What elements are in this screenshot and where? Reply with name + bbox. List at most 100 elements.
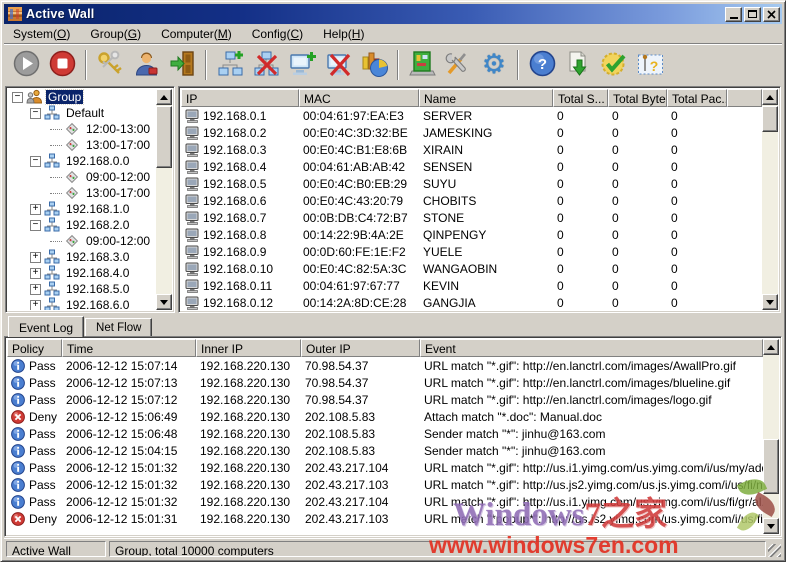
column-header-mac[interactable]: MAC [299,89,419,107]
expand-icon[interactable]: + [30,284,41,295]
menu-item-computer[interactable]: Computer(M) [154,25,239,43]
administrator-button[interactable] [128,48,164,82]
add-computer-button[interactable] [284,48,320,82]
delete-group-button[interactable] [248,48,284,82]
table-row[interactable]: 192.168.0.600:E0:4C:43:20:79CHOBITS000 [181,192,762,209]
list-item[interactable]: Pass2006-12-12 15:07:14192.168.220.13070… [7,357,763,374]
scroll-down-icon[interactable] [156,294,172,310]
table-row[interactable]: 192.168.0.800:14:22:9B:4A:2EQINPENGY000 [181,226,762,243]
scroll-up-icon[interactable] [762,89,778,105]
scroll-down-icon[interactable] [762,294,778,310]
column-header-inner-ip[interactable]: Inner IP [196,339,301,357]
statistics-button[interactable] [356,48,392,82]
tools-button[interactable] [440,48,476,82]
expand-icon[interactable]: + [30,252,41,263]
table-row[interactable]: 192.168.0.200:E0:4C:3D:32:BEJAMESKING000 [181,124,762,141]
tree-item-default[interactable]: −Default [8,105,156,121]
tree-item-group[interactable]: −Group [8,89,156,105]
table-row[interactable]: 192.168.0.1100:04:61:97:67:77KEVIN000 [181,277,762,294]
total_s-cell: 0 [553,177,608,191]
password-keys-button[interactable] [92,48,128,82]
tree-item-09-00-12-00[interactable]: 09:00-12:00 [8,169,156,185]
scroll-up-icon[interactable] [763,339,779,355]
expand-icon[interactable]: + [30,268,41,279]
table-row[interactable]: 192.168.0.300:E0:4C:B1:E8:6BXIRAIN000 [181,141,762,158]
menu-item-config[interactable]: Config(C) [245,25,310,43]
total_s-cell: 0 [553,194,608,208]
list-item[interactable]: Pass2006-12-12 15:01:32192.168.220.13020… [7,459,763,476]
tree-item-192-168-6-0[interactable]: +192.168.6.0 [8,297,156,310]
delete-computer-button[interactable] [320,48,356,82]
column-header-event[interactable]: Event [420,339,763,357]
list-item[interactable]: Pass2006-12-12 15:04:15192.168.220.13020… [7,442,763,459]
scroll-up-icon[interactable] [156,89,172,105]
settings-button[interactable]: ⚙ [476,48,512,82]
column-header-total-byte[interactable]: Total Byte [608,89,667,107]
collapse-icon[interactable]: − [30,156,41,167]
tree-item-09-00-12-00[interactable]: 09:00-12:00 [8,233,156,249]
scrollbar-thumb[interactable] [762,106,778,132]
maximize-button[interactable] [744,7,761,22]
tree-item-192-168-2-0[interactable]: −192.168.2.0 [8,217,156,233]
scrollbar-thumb[interactable] [156,106,172,168]
tree-item-192-168-5-0[interactable]: +192.168.5.0 [8,281,156,297]
mac-cell: 00:E0:4C:B0:EB:29 [299,177,419,191]
tree-item-12-00-13-00[interactable]: 12:00-13:00 [8,121,156,137]
list-item[interactable]: Pass2006-12-12 15:07:12192.168.220.13070… [7,391,763,408]
table-row[interactable]: 192.168.0.400:04:61:AB:AB:42SENSEN000 [181,158,762,175]
collapse-icon[interactable]: − [30,108,41,119]
menu-item-system[interactable]: System(O) [6,25,77,43]
update-button[interactable] [560,48,596,82]
list-item[interactable]: Pass2006-12-12 15:01:32192.168.220.13020… [7,493,763,510]
column-header-total-pac[interactable]: Total Pac... [667,89,727,107]
tree-item-13-00-17-00[interactable]: 13:00-17:00 [8,185,156,201]
list-item[interactable]: Pass2006-12-12 15:06:48192.168.220.13020… [7,425,763,442]
list-item[interactable]: Pass2006-12-12 15:07:13192.168.220.13070… [7,374,763,391]
check-badge-icon [600,49,629,81]
network-adapter-icon [408,49,437,81]
column-header-policy[interactable]: Policy [7,339,62,357]
column-header-outer-ip[interactable]: Outer IP [301,339,420,357]
menu-item-group[interactable]: Group(G) [83,25,148,43]
list-item[interactable]: Deny2006-12-12 15:01:31192.168.220.13020… [7,510,763,527]
logout-button[interactable] [164,48,200,82]
network-icon [44,265,60,281]
tree-item-192-168-4-0[interactable]: +192.168.4.0 [8,265,156,281]
tree-item-192-168-1-0[interactable]: +192.168.1.0 [8,201,156,217]
license-button[interactable] [596,48,632,82]
tab-net-flow[interactable]: Net Flow [85,318,152,336]
column-header-time[interactable]: Time [62,339,196,357]
tree-scrollbar[interactable] [156,89,172,310]
start-button[interactable] [8,48,44,82]
list-item[interactable]: Pass2006-12-12 15:01:32192.168.220.13020… [7,476,763,493]
add-group-button[interactable] [212,48,248,82]
tree-item-192-168-3-0[interactable]: +192.168.3.0 [8,249,156,265]
close-button[interactable] [763,7,780,22]
collapse-icon[interactable]: − [30,220,41,231]
expand-icon[interactable]: + [30,204,41,215]
table-row[interactable]: 192.168.0.900:0D:60:FE:1E:F2YUELE000 [181,243,762,260]
table-row[interactable]: 192.168.0.1000:E0:4C:82:5A:3CWANGAOBIN00… [181,260,762,277]
minimize-button[interactable] [725,7,742,22]
tree-item-192-168-0-0[interactable]: −192.168.0.0 [8,153,156,169]
collapse-icon[interactable]: − [12,92,23,103]
about-button[interactable]: ? [632,48,668,82]
tab-event-log[interactable]: Event Log [8,316,84,337]
menu-item-help[interactable]: Help(H) [316,25,371,43]
column-header-ip[interactable]: IP [181,89,299,107]
scroll-down-icon[interactable] [763,518,779,534]
list-item[interactable]: Deny2006-12-12 15:06:49192.168.220.13020… [7,408,763,425]
resize-grip[interactable] [768,544,781,557]
stop-button[interactable] [44,48,80,82]
table-row[interactable]: 192.168.0.1200:14:2A:8D:CE:28GANGJIA000 [181,294,762,310]
tree-item-13-00-17-00[interactable]: 13:00-17:00 [8,137,156,153]
help-button[interactable]: ? [524,48,560,82]
expand-icon[interactable]: + [30,300,41,311]
column-header-name[interactable]: Name [419,89,553,107]
column-header-total-s[interactable]: Total S... [553,89,608,107]
computers-scrollbar[interactable] [762,89,778,310]
table-row[interactable]: 192.168.0.100:04:61:97:EA:E3SERVER000 [181,107,762,124]
table-row[interactable]: 192.168.0.700:0B:DB:C4:72:B7STONE000 [181,209,762,226]
table-row[interactable]: 192.168.0.500:E0:4C:B0:EB:29SUYU000 [181,175,762,192]
adapter-button[interactable] [404,48,440,82]
